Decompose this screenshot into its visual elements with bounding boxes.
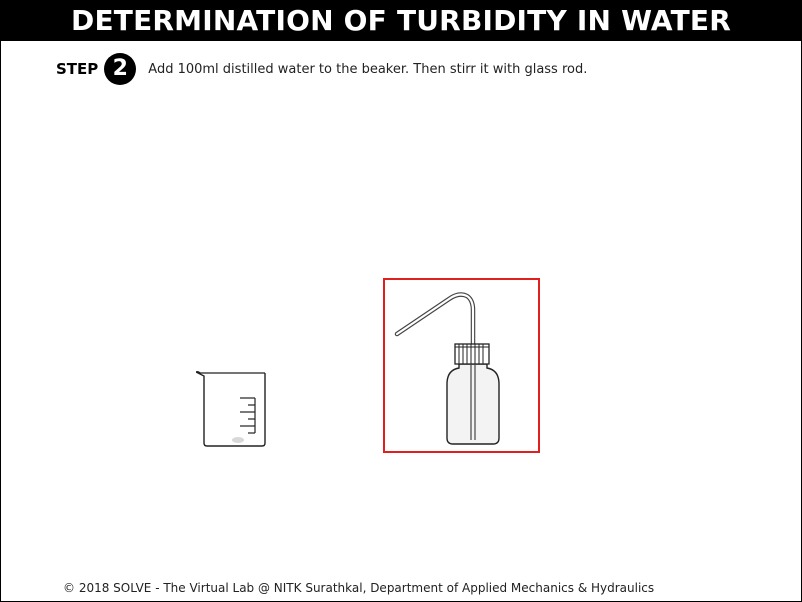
step-label: STEP <box>56 60 99 78</box>
step-instruction-row: STEP 2 Add 100ml distilled water to the … <box>56 53 588 85</box>
page-title: DETERMINATION OF TURBIDITY IN WATER <box>1 1 801 41</box>
step-instruction-text: Add 100ml distilled water to the beaker.… <box>148 61 588 77</box>
step-number-badge: 2 <box>104 53 137 85</box>
lab-window: DETERMINATION OF TURBIDITY IN WATER STEP… <box>0 0 802 602</box>
wash-bottle-icon[interactable] <box>383 278 540 453</box>
beaker-icon[interactable] <box>194 369 268 449</box>
footer-copyright: © 2018 SOLVE - The Virtual Lab @ NITK Su… <box>63 581 655 595</box>
